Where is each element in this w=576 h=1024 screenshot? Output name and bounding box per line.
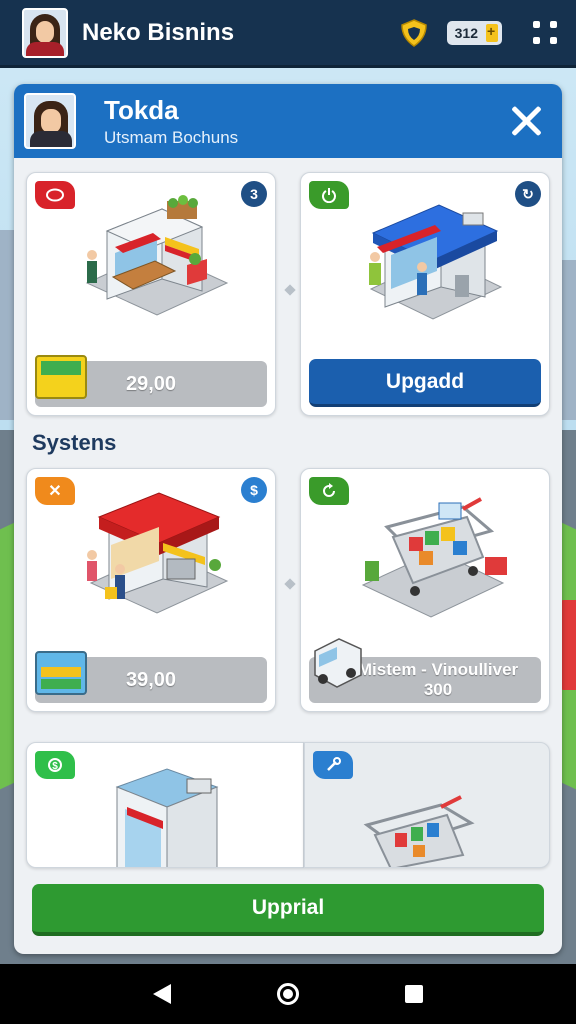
upgrade-button[interactable]: Upgadd [309, 359, 541, 407]
grid-menu-icon[interactable] [532, 20, 558, 46]
shopping-cart-icon [361, 497, 507, 618]
shop-owner-avatar [24, 93, 76, 149]
dollar-badge: $ [241, 477, 267, 503]
coin-amount: 312 [454, 24, 478, 41]
x-icon: ✕ [35, 477, 75, 505]
glass-store-icon [115, 768, 219, 867]
panel-title: Tokda [104, 94, 179, 125]
close-icon[interactable] [506, 101, 546, 141]
price-value: 39,00 [125, 668, 177, 691]
panel-header: Tokda Utsmam Bochuns [14, 84, 562, 158]
shop-card-grocery[interactable]: 3 29,00 [26, 172, 276, 416]
recents-icon[interactable] [405, 985, 423, 1003]
shop-card-cart[interactable]: Mistem - Vinoulliver 300 [300, 468, 550, 712]
app-title: Neko Bisnins [82, 18, 235, 46]
shop-card-cart-2[interactable] [304, 742, 550, 868]
grocery-stall-icon [85, 195, 229, 316]
primary-action-button[interactable]: Upprial [32, 884, 544, 936]
panel-subtitle: Utsmam Bochuns [104, 127, 239, 147]
shopping-cart-icon [363, 795, 475, 867]
stacked-goods-icon [35, 651, 87, 695]
shop-card-minimart[interactable]: ↻ Upgadd [300, 172, 550, 416]
wrench-icon [313, 751, 353, 779]
shield-icon[interactable] [399, 18, 429, 48]
refresh-icon [309, 477, 349, 505]
back-icon[interactable] [153, 984, 171, 1004]
red-oval-icon [35, 181, 75, 209]
red-store-icon [87, 492, 229, 614]
product-box-icon [35, 355, 87, 399]
price-value: 300 [423, 680, 453, 699]
divider-dot [284, 578, 296, 590]
top-bar: Neko Bisnins 312 [0, 0, 576, 68]
blue-store-icon [369, 204, 503, 320]
system-nav-bar [0, 964, 576, 1024]
power-icon [309, 181, 349, 209]
level-badge: 3 [241, 181, 267, 207]
van-icon [314, 638, 362, 688]
coin-counter[interactable]: 312 [446, 20, 502, 45]
refresh-badge: ↻ [515, 181, 541, 207]
shop-panel: Tokda Utsmam Bochuns 3 29,00 ↻ Upgadd Sy… [14, 84, 562, 954]
add-coins-icon[interactable] [486, 23, 498, 42]
price-value: 29,00 [125, 372, 177, 395]
shop-card-redstore[interactable]: ✕ $ 39,00 [26, 468, 276, 712]
shop-card-glass-store[interactable]: $ [26, 742, 304, 868]
divider-dot [284, 284, 296, 296]
home-icon[interactable] [277, 983, 299, 1005]
section-title: Systens [32, 430, 117, 455]
player-avatar[interactable] [22, 7, 68, 58]
svg-text:$: $ [52, 761, 58, 772]
money-icon: $ [35, 751, 75, 779]
price-label: Mistem - Vinoulliver [357, 660, 519, 679]
